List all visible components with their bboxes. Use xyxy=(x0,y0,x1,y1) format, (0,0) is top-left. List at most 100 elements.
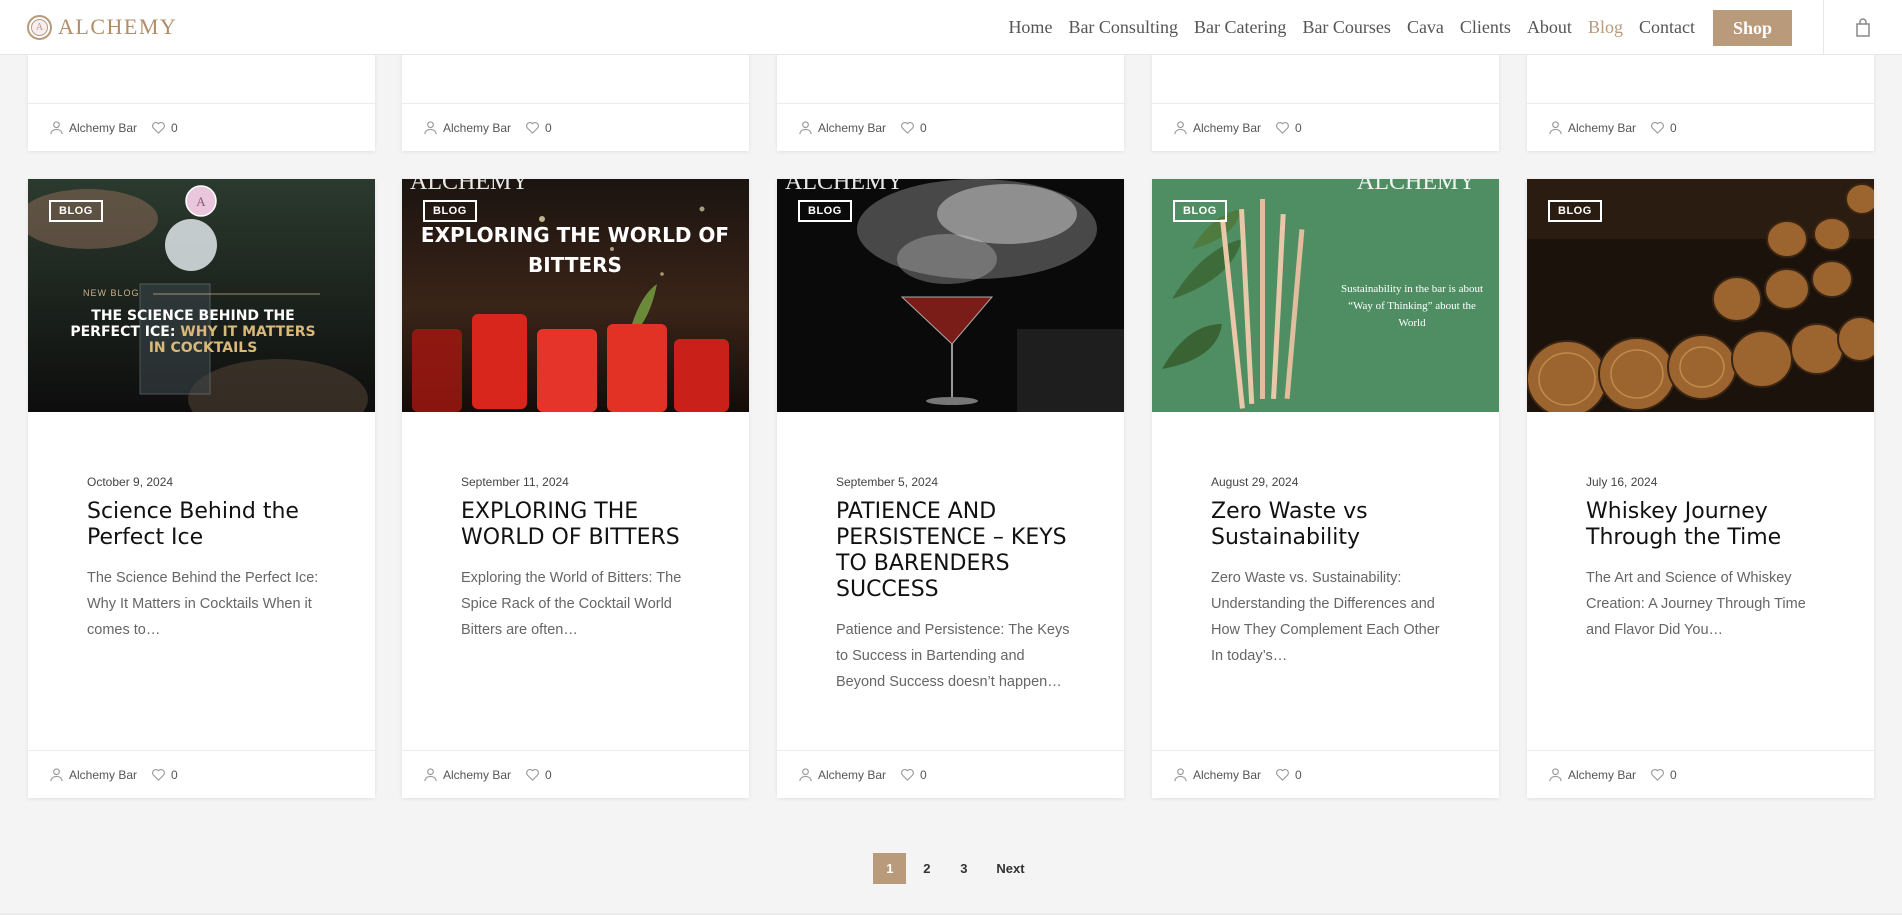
author-link[interactable]: Alchemy Bar xyxy=(1548,767,1636,782)
svg-text:Sustainability in the bar is a: Sustainability in the bar is about xyxy=(1341,283,1483,295)
post-thumbnail[interactable]: BLOG xyxy=(1527,179,1874,412)
post-title[interactable]: Science Behind the Perfect Ice xyxy=(87,499,327,551)
author-link[interactable]: Alchemy Bar xyxy=(423,120,511,135)
card-footer: Alchemy Bar 0 xyxy=(28,103,375,151)
logo-text: ALCHEMY xyxy=(58,14,178,39)
category-badge[interactable]: BLOG xyxy=(798,200,852,222)
page-3-button[interactable]: 3 xyxy=(947,853,980,884)
like-count: 0 xyxy=(171,120,178,135)
nav-item-clients[interactable]: Clients xyxy=(1460,17,1511,38)
heart-icon xyxy=(1276,768,1289,781)
heart-icon xyxy=(1276,121,1289,134)
nav-item-about[interactable]: About xyxy=(1527,17,1572,38)
category-badge[interactable]: BLOG xyxy=(49,200,103,222)
like-button[interactable]: 0 xyxy=(900,120,927,135)
next-page-button[interactable]: Next xyxy=(992,853,1028,884)
nav-item-cava[interactable]: Cava xyxy=(1407,17,1444,38)
post-date: October 9, 2024 xyxy=(87,475,174,489)
svg-text:IN COCKTAILS: IN COCKTAILS xyxy=(149,340,258,356)
nav-item-bar-catering[interactable]: Bar Catering xyxy=(1194,17,1286,38)
shop-button[interactable]: Shop xyxy=(1712,9,1792,46)
post-card[interactable]: ALCHEMY BLOG September 5, 2024 PATIENCE … xyxy=(777,179,1124,798)
post-card-partial[interactable]: Alchemy Bar 0 xyxy=(1152,40,1499,151)
author-link[interactable]: Alchemy Bar xyxy=(49,120,137,135)
svg-text:NEW BLOG: NEW BLOG xyxy=(83,288,140,298)
shopping-bag-icon[interactable] xyxy=(1855,18,1871,38)
author-link[interactable]: Alchemy Bar xyxy=(798,120,886,135)
post-title[interactable]: Whiskey Journey Through the Time xyxy=(1586,499,1826,551)
card-body: September 5, 2024 PATIENCE AND PERSISTEN… xyxy=(836,475,1076,695)
like-button[interactable]: 0 xyxy=(900,767,927,782)
like-button[interactable]: 0 xyxy=(1275,120,1302,135)
svg-text:“Way of Thinking” about the: “Way of Thinking” about the xyxy=(1348,300,1476,312)
author-name: Alchemy Bar xyxy=(69,120,138,135)
post-title[interactable]: Zero Waste vs Sustainability xyxy=(1211,499,1451,551)
like-button[interactable]: 0 xyxy=(151,767,178,782)
post-thumbnail[interactable]: A NEW BLOG THE SCIENCE BEHIND THE PERFEC… xyxy=(28,179,375,412)
post-card[interactable]: BLOG July 16, 2024 Whiskey Journey Throu… xyxy=(1527,179,1874,798)
svg-text:ALCHEMY: ALCHEMY xyxy=(410,179,529,195)
author-link[interactable]: Alchemy Bar xyxy=(49,767,137,782)
user-icon xyxy=(799,121,812,135)
card-footer: Alchemy Bar 0 xyxy=(28,750,375,798)
user-icon xyxy=(1174,121,1187,135)
card-footer: Alchemy Bar 0 xyxy=(1152,103,1499,151)
main-nav: Home Bar Consulting Bar Catering Bar Cou… xyxy=(992,0,1792,55)
page-2-button[interactable]: 2 xyxy=(910,853,943,884)
svg-text:THE SCIENCE BEHIND THE: THE SCIENCE BEHIND THE xyxy=(91,308,294,324)
post-card[interactable]: ALCHEMY EXPLORING THE WORLD OF BITTERS B… xyxy=(402,179,749,798)
site-logo[interactable]: A ALCHEMY xyxy=(27,14,177,40)
post-thumbnail[interactable]: ALCHEMY EXPLORING THE WORLD OF BITTERS B… xyxy=(402,179,749,412)
page-1-button[interactable]: 1 xyxy=(873,853,907,884)
category-badge[interactable]: BLOG xyxy=(1173,200,1227,222)
author-link[interactable]: Alchemy Bar xyxy=(798,767,886,782)
svg-text:ALCHEMY: ALCHEMY xyxy=(785,179,904,195)
heart-icon xyxy=(152,768,165,781)
user-icon xyxy=(1549,768,1562,782)
author-link[interactable]: Alchemy Bar xyxy=(423,767,511,782)
post-card-partial[interactable]: Alchemy Bar 0 xyxy=(777,40,1124,151)
like-button[interactable]: 0 xyxy=(1650,120,1677,135)
like-button[interactable]: 0 xyxy=(151,120,178,135)
nav-item-bar-courses[interactable]: Bar Courses xyxy=(1302,17,1391,38)
author-name: Alchemy Bar xyxy=(1193,120,1262,135)
like-button[interactable]: 0 xyxy=(1275,767,1302,782)
post-card-partial[interactable]: Alchemy Bar 0 xyxy=(28,40,375,151)
nav-item-blog[interactable]: Blog xyxy=(1588,17,1623,38)
post-card-partial[interactable]: Alchemy Bar 0 xyxy=(402,40,749,151)
like-button[interactable]: 0 xyxy=(525,767,552,782)
post-date: August 29, 2024 xyxy=(1211,475,1299,489)
pagination: 1 2 3 Next xyxy=(0,853,1902,884)
post-excerpt: The Science Behind the Perfect Ice: Why … xyxy=(87,570,319,638)
user-icon xyxy=(424,768,437,782)
author-name: Alchemy Bar xyxy=(69,767,138,782)
post-thumbnail[interactable]: ALCHEMY BLOG xyxy=(777,179,1124,412)
author-link[interactable]: Alchemy Bar xyxy=(1173,120,1261,135)
author-link[interactable]: Alchemy Bar xyxy=(1173,767,1261,782)
like-button[interactable]: 0 xyxy=(1650,767,1677,782)
category-badge[interactable]: BLOG xyxy=(423,200,477,222)
svg-text:BITTERS: BITTERS xyxy=(528,253,622,277)
post-card[interactable]: ALCHEMY Sustainability in the bar is abo… xyxy=(1152,179,1499,798)
post-excerpt: Patience and Persistence: The Keys to Su… xyxy=(836,622,1070,690)
nav-item-contact[interactable]: Contact xyxy=(1639,17,1695,38)
svg-text:A: A xyxy=(196,194,206,209)
like-button[interactable]: 0 xyxy=(525,120,552,135)
post-thumbnail[interactable]: ALCHEMY Sustainability in the bar is abo… xyxy=(1152,179,1499,412)
like-count: 0 xyxy=(545,120,552,135)
post-card-partial[interactable]: Alchemy Bar 0 xyxy=(1527,40,1874,151)
post-date: September 5, 2024 xyxy=(836,475,939,489)
post-excerpt: Exploring the World of Bitters: The Spic… xyxy=(461,570,682,638)
heart-icon xyxy=(901,768,914,781)
user-icon xyxy=(50,121,63,135)
nav-item-bar-consulting[interactable]: Bar Consulting xyxy=(1068,17,1178,38)
heart-icon xyxy=(1651,121,1664,134)
post-card[interactable]: A NEW BLOG THE SCIENCE BEHIND THE PERFEC… xyxy=(28,179,375,798)
category-badge[interactable]: BLOG xyxy=(1548,200,1602,222)
heart-icon xyxy=(526,121,539,134)
nav-item-home[interactable]: Home xyxy=(1008,17,1052,38)
author-link[interactable]: Alchemy Bar xyxy=(1548,120,1636,135)
post-title[interactable]: EXPLORING THE WORLD OF BITTERS xyxy=(461,499,701,551)
heart-icon xyxy=(526,768,539,781)
post-title[interactable]: PATIENCE AND PERSISTENCE – KEYS TO BAREN… xyxy=(836,499,1076,603)
